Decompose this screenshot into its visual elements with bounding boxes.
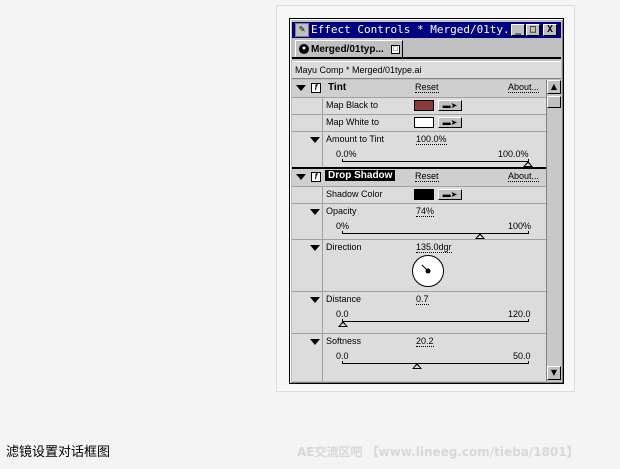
direction-value[interactable]: 135.0dgr [416,242,452,253]
slider-tick [528,319,529,322]
distance-min: 0.0 [336,309,349,319]
row-amount-to-tint: Amount to Tint 100.0% 0.0% 100.0% [292,132,546,167]
slider-tick [528,231,529,234]
tab-close-icon[interactable]: □ [391,45,400,54]
slider-tick [342,361,343,364]
maximize-button[interactable]: □ [526,24,540,36]
twirl-down-icon[interactable] [310,339,320,345]
slider-tick [528,361,529,364]
scroll-thumb[interactable] [547,96,561,108]
dial-indicator-icon [421,264,431,274]
opacity-min: 0% [336,221,350,231]
row-softness: Softness 20.2 0.0 50.0 [292,334,546,374]
softness-min: 0.0 [336,351,349,361]
map-black-swatch[interactable] [414,100,434,111]
eyedropper-icon[interactable]: ▬➤ [438,100,462,111]
comp-path-header: Mayu Comp * Merged/01type.ai [292,61,561,79]
window-title: Effect Controls * Merged/01ty... [311,23,523,36]
effects-list: f Tint Reset About... Map Black to ▬➤ Ma… [292,80,546,381]
effect-header-drop-shadow: f Drop Shadow Reset About... [292,169,546,186]
tab-layer[interactable]: ● Merged/01typ... □ [295,40,403,58]
row-distance: Distance 0.7 0.0 120.0 [292,292,546,327]
close-button[interactable]: X [543,24,557,36]
tint-about-link[interactable]: About... [508,82,540,93]
softness-max: 50.0 [513,351,531,361]
direction-label: Direction [326,242,362,252]
twirl-down-icon[interactable] [296,85,306,91]
drop-shadow-reset-link[interactable]: Reset [415,171,439,182]
distance-value[interactable]: 0.7 [416,294,429,305]
effect-name-drop-shadow[interactable]: Drop Shadow [325,170,396,181]
eyedropper-icon[interactable]: ▬➤ [438,117,462,128]
distance-max: 120.0 [508,309,531,319]
amount-min: 0.0% [336,149,357,159]
watermark: AE交流区吧 【www.lineeg.com/tieba/1801】 [297,445,579,459]
screenshot-frame: ✎ Effect Controls * Merged/01ty... _ □ X… [276,5,575,392]
direction-dial[interactable] [412,255,444,287]
opacity-slider-track[interactable] [342,233,528,234]
app-icon: ✎ [295,23,309,37]
scroll-up-icon[interactable]: ▲ [547,80,561,94]
drop-shadow-about-link[interactable]: About... [508,171,540,182]
softness-slider-track[interactable] [342,363,528,364]
softness-slider-handle[interactable] [412,363,423,369]
layer-icon: ● [299,44,309,54]
shadow-color-label: Shadow Color [326,189,383,199]
softness-value[interactable]: 20.2 [416,336,434,347]
scroll-down-icon[interactable]: ▼ [547,366,561,380]
vertical-scrollbar[interactable]: ▲ ▼ [546,80,561,381]
minimize-button[interactable]: _ [511,24,525,36]
amount-slider-track[interactable] [342,161,528,162]
row-map-white: Map White to ▬➤ [292,115,546,131]
fx-toggle-icon[interactable]: f [311,172,321,182]
title-bar[interactable]: ✎ Effect Controls * Merged/01ty... _ □ X [292,22,561,38]
row-map-black: Map Black to ▬➤ [292,98,546,114]
row-direction: Direction 135.0dgr [292,240,546,290]
distance-slider-track[interactable] [342,321,528,322]
slider-tick [342,231,343,234]
slider-tick [342,159,343,162]
twirl-down-icon[interactable] [296,174,306,180]
opacity-value[interactable]: 74% [416,206,435,217]
amount-label: Amount to Tint [326,134,385,144]
effect-name-tint[interactable]: Tint [328,82,346,93]
tint-reset-link[interactable]: Reset [415,82,439,93]
fx-toggle-icon[interactable]: f [311,83,321,93]
tab-row: ● Merged/01typ... □ [292,39,561,59]
twirl-down-icon[interactable] [310,297,320,303]
effect-controls-window: ✎ Effect Controls * Merged/01ty... _ □ X… [289,18,564,384]
twirl-down-icon[interactable] [310,209,320,215]
twirl-down-icon[interactable] [310,245,320,251]
eyedropper-icon[interactable]: ▬➤ [438,189,462,200]
tab-label: Merged/01typ... [311,44,384,55]
row-shadow-color: Shadow Color ▬➤ [292,187,546,203]
effect-header-tint: f Tint Reset About... [292,80,546,97]
map-black-label: Map Black to [326,100,379,110]
figure-caption: 滤镜设置对话框图 [6,445,111,460]
amount-max: 100.0% [498,149,529,159]
softness-label: Softness [326,336,362,346]
map-white-label: Map White to [326,117,380,127]
tab-divider [292,57,561,59]
row-opacity: Opacity 74% 0% 100% [292,204,546,239]
distance-label: Distance [326,294,362,304]
distance-slider-handle[interactable] [338,321,349,327]
shadow-color-swatch[interactable] [414,189,434,200]
twirl-down-icon[interactable] [310,137,320,143]
map-white-swatch[interactable] [414,117,434,128]
opacity-max: 100% [508,221,532,231]
opacity-label: Opacity [326,206,357,216]
amount-value[interactable]: 100.0% [416,134,447,145]
